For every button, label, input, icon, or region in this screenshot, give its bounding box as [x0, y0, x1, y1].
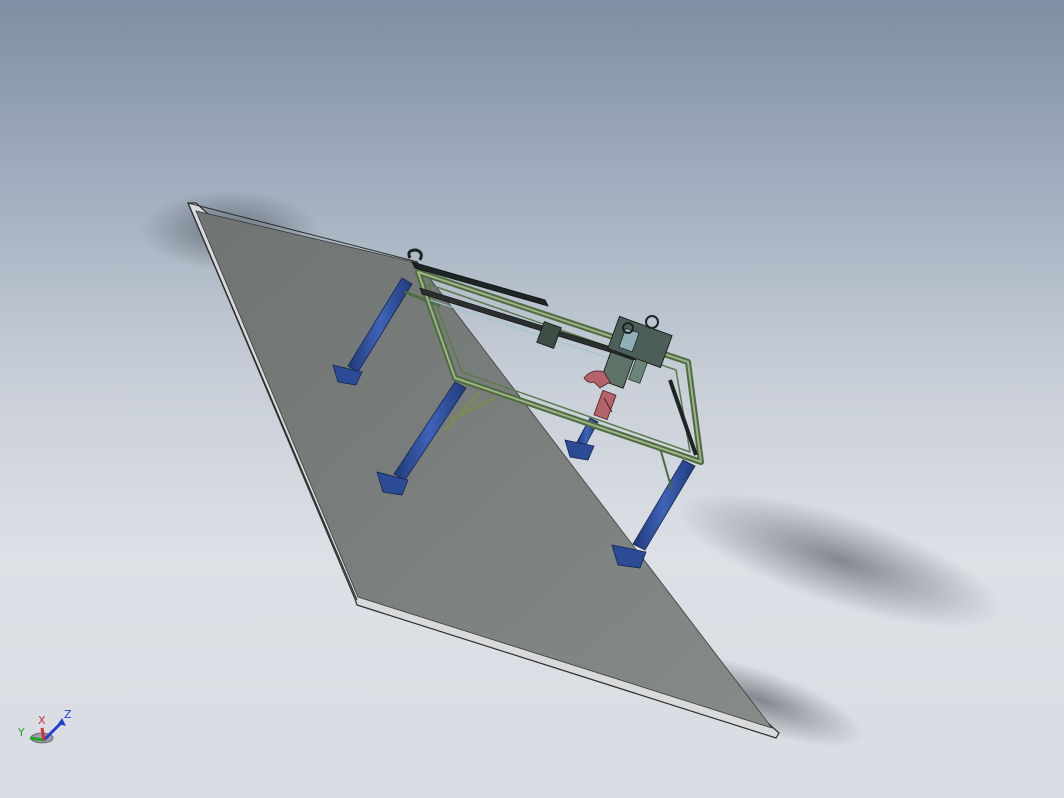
x-axis-label: X	[38, 714, 46, 727]
z-axis-label: Z	[64, 708, 72, 721]
y-axis-label: Y	[17, 726, 25, 739]
cad-viewport[interactable]: Z X Y	[0, 0, 1064, 798]
orientation-triad[interactable]: Z X Y	[17, 708, 72, 744]
x-axis-line	[40, 727, 46, 741]
cad-scene[interactable]: Z X Y	[0, 0, 1064, 798]
y-axis-line	[29, 736, 45, 742]
